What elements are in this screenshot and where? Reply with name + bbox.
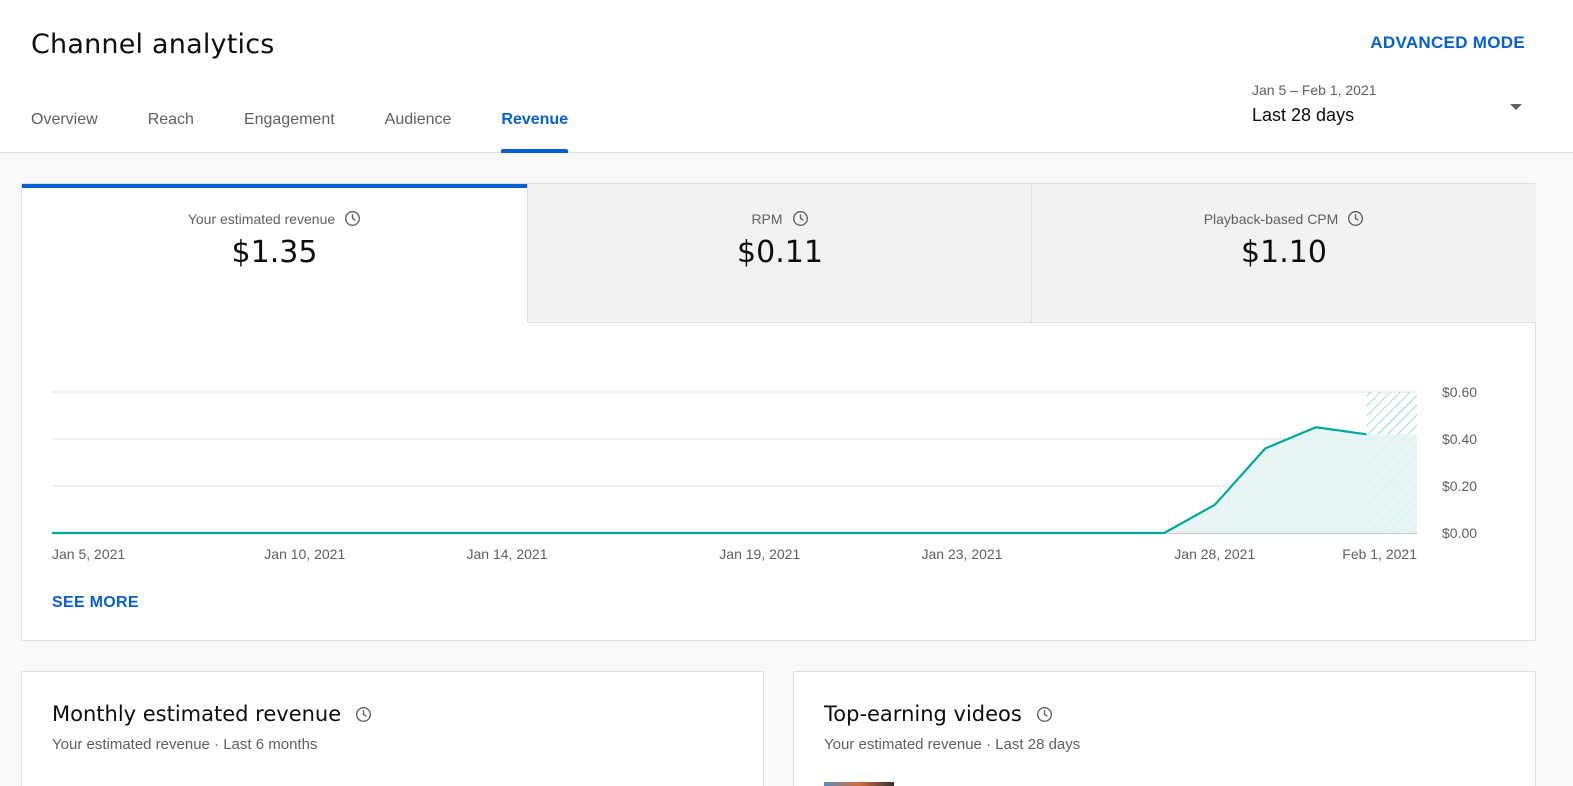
panel-subtitle: Your estimated revenue · Last 28 days: [824, 736, 1081, 753]
metric-label-row: Playback-based CPM: [1032, 210, 1536, 227]
data-point: [758, 531, 762, 535]
revenue-card: Your estimated revenue $1.35 RPM $0.11 P…: [21, 183, 1536, 641]
data-point: [1415, 432, 1419, 436]
page-title: Channel analytics: [31, 29, 275, 60]
data-point: [556, 531, 560, 535]
advanced-mode-button[interactable]: ADVANCED MODE: [1370, 33, 1525, 53]
metric-tab-estimated-revenue[interactable]: Your estimated revenue $1.35: [22, 184, 527, 323]
dropdown-arrow-icon: [1510, 104, 1522, 110]
data-point: [252, 531, 256, 535]
data-point: [404, 531, 408, 535]
panel-title: Monthly estimated revenue: [52, 702, 342, 726]
data-point: [606, 531, 610, 535]
panel-title-row: Monthly estimated revenue: [52, 702, 372, 726]
date-range-text: Jan 5 – Feb 1, 2021: [1252, 82, 1377, 98]
clock-icon[interactable]: [344, 210, 361, 227]
data-point: [454, 531, 458, 535]
clock-icon[interactable]: [1036, 706, 1053, 723]
monthly-revenue-panel: Monthly estimated revenue Your estimated…: [21, 671, 764, 786]
series-area-fill: [52, 427, 1417, 533]
data-point: [960, 531, 964, 535]
data-point: [101, 531, 105, 535]
see-more-button[interactable]: SEE MORE: [52, 594, 139, 612]
data-point: [353, 531, 357, 535]
data-point: [1061, 531, 1065, 535]
x-tick-label: Jan 23, 2021: [922, 546, 1003, 562]
data-point: [1162, 531, 1166, 535]
date-range-label: Last 28 days: [1252, 105, 1355, 125]
data-point: [657, 531, 661, 535]
clock-icon[interactable]: [792, 210, 809, 227]
data-point: [1314, 425, 1318, 429]
x-tick-label: Feb 1, 2021: [1342, 546, 1417, 562]
x-tick-label: Jan 5, 2021: [52, 546, 125, 562]
tab-revenue[interactable]: Revenue: [501, 111, 568, 153]
page-header: Channel analytics ADVANCED MODE Overview…: [0, 0, 1573, 153]
x-tick-label: Jan 19, 2021: [719, 546, 800, 562]
data-point: [1364, 432, 1368, 436]
data-point: [505, 531, 509, 535]
metric-tab-rpm[interactable]: RPM $0.11: [527, 184, 1032, 323]
y-tick-label: $0.40: [1442, 431, 1477, 447]
y-tick-label: $0.60: [1442, 384, 1477, 400]
data-point: [202, 531, 206, 535]
x-tick-label: Jan 10, 2021: [264, 546, 345, 562]
panel-title: Top-earning videos: [824, 702, 1022, 726]
data-point: [1263, 446, 1267, 450]
x-tick-label: Jan 28, 2021: [1174, 546, 1255, 562]
data-point: [1011, 531, 1015, 535]
metric-label: Your estimated revenue: [187, 210, 336, 227]
data-point: [909, 531, 913, 535]
clock-icon[interactable]: [1347, 210, 1364, 227]
series-line: [52, 426, 1367, 535]
revenue-chart[interactable]: Jan 5, 2021 Jan 10, 2021 Jan 14, 2021 Jan 1…: [22, 374, 1522, 574]
data-point: [808, 531, 812, 535]
clock-icon[interactable]: [355, 706, 372, 723]
metric-label-row: Your estimated revenue: [22, 210, 527, 227]
metric-value: $1.35: [231, 235, 318, 270]
video-thumbnail[interactable]: [824, 782, 894, 786]
tab-overview[interactable]: Overview: [31, 111, 98, 153]
data-point: [707, 531, 711, 535]
data-point: [859, 531, 863, 535]
data-point: [1213, 503, 1217, 507]
metric-value: $1.10: [1241, 235, 1327, 270]
metric-value: $0.11: [737, 235, 823, 270]
date-range-picker[interactable]: Jan 5 – Feb 1, 2021 Last 28 days: [1252, 82, 1542, 132]
metric-label: Playback-based CPM: [1203, 210, 1339, 227]
data-point: [303, 531, 307, 535]
top-earning-videos-panel: Top-earning videos Your estimated revenu…: [793, 671, 1536, 786]
panel-title-row: Top-earning videos: [824, 702, 1053, 726]
metric-label-row: RPM: [528, 210, 1032, 227]
y-tick-label: $0.00: [1442, 525, 1477, 541]
analytics-tabs: Overview Reach Engagement Audience Reven…: [31, 111, 618, 153]
data-point: [1112, 531, 1116, 535]
panel-subtitle: Your estimated revenue · Last 6 months: [52, 736, 318, 753]
tab-audience[interactable]: Audience: [385, 111, 452, 153]
data-point: [151, 531, 155, 535]
tab-reach[interactable]: Reach: [148, 111, 194, 153]
data-point: [50, 531, 54, 535]
metric-label: RPM: [751, 210, 783, 227]
x-tick-label: Jan 14, 2021: [467, 546, 548, 562]
tab-engagement[interactable]: Engagement: [244, 111, 335, 153]
metric-tab-playback-cpm[interactable]: Playback-based CPM $1.10: [1031, 184, 1536, 323]
y-tick-label: $0.20: [1442, 478, 1477, 494]
